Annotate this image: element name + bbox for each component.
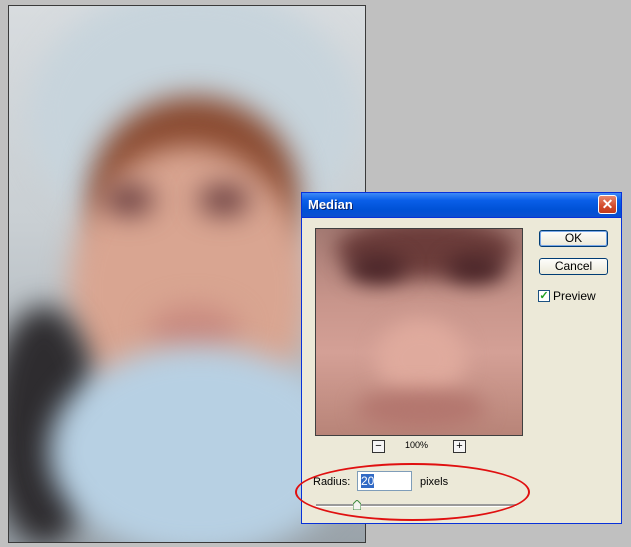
preview-checkbox[interactable]: ✓ — [538, 290, 550, 302]
checkmark-icon: ✓ — [539, 290, 549, 302]
ok-button[interactable]: OK — [539, 230, 608, 247]
filter-preview[interactable] — [315, 228, 523, 436]
zoom-controls: − 100% + — [372, 440, 472, 454]
dialog-title: Median — [308, 197, 353, 212]
close-button[interactable]: ✕ — [598, 195, 617, 214]
preview-label: Preview — [553, 289, 596, 303]
zoom-out-button[interactable]: − — [372, 440, 385, 453]
close-icon: ✕ — [601, 196, 614, 212]
zoom-in-button[interactable]: + — [453, 440, 466, 453]
cancel-button[interactable]: Cancel — [539, 258, 608, 275]
red-highlight-ellipse — [295, 463, 530, 521]
minus-icon: − — [375, 440, 382, 452]
plus-icon: + — [456, 440, 463, 452]
dialog-titlebar[interactable]: Median ✕ — [302, 193, 621, 218]
zoom-level: 100% — [405, 440, 429, 450]
